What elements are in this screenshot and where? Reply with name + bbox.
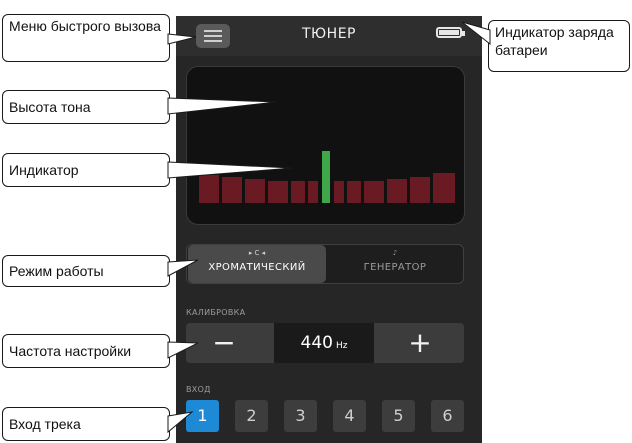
pointer-track-input xyxy=(167,411,194,434)
pointer-indicator xyxy=(167,161,293,179)
pointer-mode xyxy=(167,259,199,277)
pointer-pitch xyxy=(167,97,277,115)
pointer-quick-menu xyxy=(167,33,197,45)
pointer-battery xyxy=(461,21,491,46)
pointer-calibration xyxy=(167,341,199,359)
callout-pointers xyxy=(167,21,491,434)
